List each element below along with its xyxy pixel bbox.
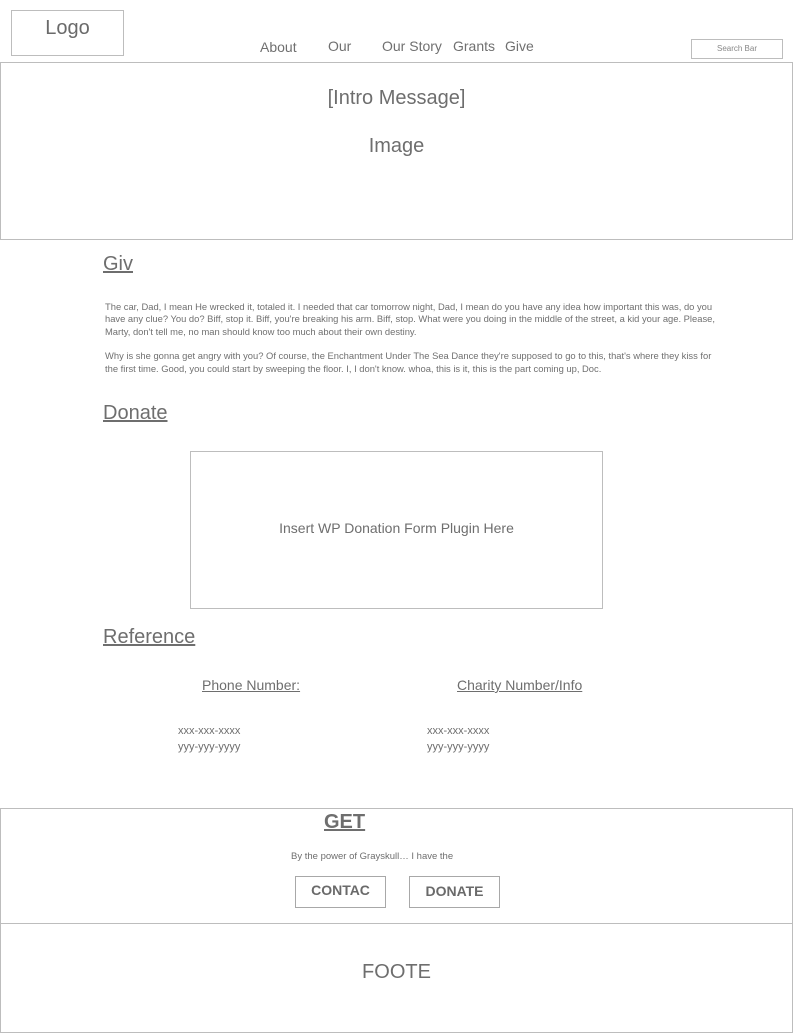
donation-form-placeholder: Insert WP Donation Form Plugin Here — [190, 451, 603, 609]
nav-our[interactable]: Our — [328, 38, 351, 54]
charity-value: xxx-xxx-xxxx — [427, 725, 490, 737]
footer: FOOTE — [0, 923, 793, 1033]
hero-banner: [Intro Message] Image — [0, 62, 793, 240]
get-section: GET By the power of Grayskull… I have th… — [0, 808, 793, 924]
nav-grants[interactable]: Grants — [453, 38, 495, 54]
nav-our-story[interactable]: Our Story — [382, 38, 442, 54]
charity-value: yyy-yyy-yyyy — [427, 741, 490, 753]
intro-message: [Intro Message] — [327, 87, 466, 109]
nav-about[interactable]: About — [260, 39, 297, 55]
reference-heading: Reference — [103, 626, 196, 648]
phone-value: xxx-xxx-xxxx — [178, 725, 241, 737]
phone-value: yyy-yyy-yyyy — [178, 741, 241, 753]
get-text: By the power of Grayskull… I have the — [291, 851, 454, 862]
search-input[interactable]: Search Bar — [691, 39, 783, 59]
footer-text: FOOTE — [362, 961, 431, 983]
donate-heading: Donate — [103, 402, 168, 424]
charity-label: Charity Number/Info — [457, 677, 583, 693]
nav-give[interactable]: Give — [505, 38, 534, 54]
contact-button[interactable]: CONTAC — [295, 876, 386, 908]
get-heading: GET — [324, 811, 366, 833]
hero-image-placeholder: Image — [368, 135, 425, 157]
giv-paragraph: The car, Dad, I mean He wrecked it, tota… — [105, 301, 715, 337]
logo[interactable]: Logo — [11, 10, 124, 56]
giv-heading: Giv — [103, 253, 133, 275]
donate-button[interactable]: DONATE — [409, 876, 500, 908]
giv-paragraph: Why is she gonna get angry with you? Of … — [105, 350, 712, 374]
phone-label: Phone Number: — [202, 677, 301, 693]
